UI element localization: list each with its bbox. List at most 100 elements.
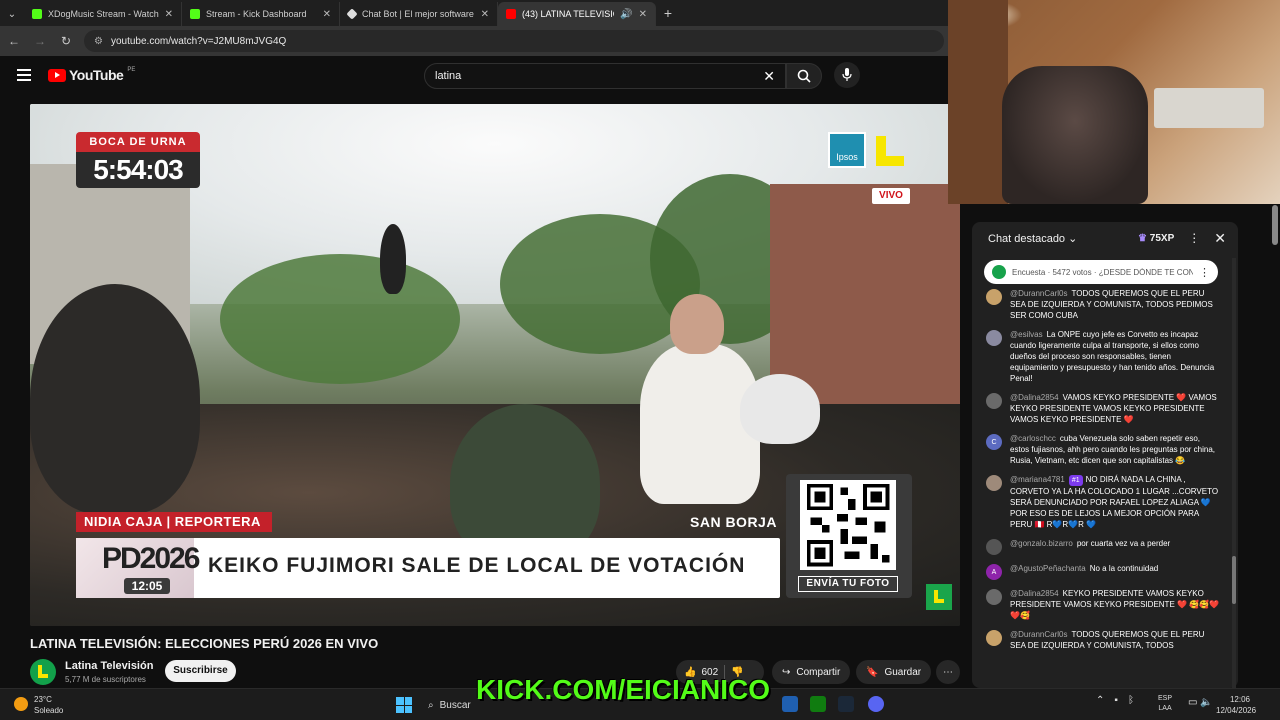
exit-poll-timer: BOCA DE URNA 5:54:03 (76, 132, 200, 188)
kick-channel-overlay: KICK.COM/EICIANICO (476, 674, 770, 705)
chat-avatar[interactable] (986, 475, 1002, 491)
chat-avatar[interactable]: A (986, 564, 1002, 580)
chat-author[interactable]: @DurannCarl0s (1010, 289, 1067, 298)
forward-icon[interactable]: → (32, 34, 48, 48)
reload-icon[interactable]: ↻ (58, 34, 74, 48)
channel-name[interactable]: Latina Televisión (65, 660, 153, 672)
new-tab-button[interactable]: + (656, 2, 680, 26)
browser-tab[interactable]: Stream - Kick Dashboard ✕ (182, 2, 340, 26)
chat-message: @DurannCarl0s TODOS QUEREMOS QUE EL PERU … (986, 288, 1220, 321)
chat-scrollbar-thumb[interactable] (1232, 556, 1236, 604)
close-tab-icon[interactable]: ✕ (481, 9, 489, 20)
chat-header: Chat destacado ⌄ ♛ 75XP ⋮ ✕ (972, 222, 1238, 254)
network-icon[interactable]: ▭ (1188, 697, 1197, 708)
chat-author[interactable]: @Dalina2854 (1010, 393, 1059, 402)
poll-more-icon[interactable]: ⋮ (1199, 266, 1210, 279)
chat-message: C @carloschcc cuba Venezuela solo saben re… (986, 433, 1220, 466)
chat-author[interactable]: @gonzalo.bizarro (1010, 539, 1073, 548)
close-tab-icon[interactable]: ✕ (323, 9, 331, 20)
clear-search-icon[interactable]: ✕ (763, 68, 775, 85)
tray-app-icon[interactable]: ▪ (1114, 695, 1118, 706)
discord-icon[interactable] (868, 696, 884, 712)
search-button[interactable] (786, 63, 822, 89)
more-actions-button[interactable]: ⋯ (936, 660, 960, 684)
chat-message-body: @Dalina2854 VAMOS KEYKO PRESIDENTE ❤️ VAM… (1010, 392, 1220, 425)
chat-author[interactable]: @carloschcc (1010, 434, 1056, 443)
chat-avatar[interactable] (986, 630, 1002, 646)
poll-banner[interactable]: Encuesta · 5472 votos · ¿DESDE DÓNDE TE … (984, 260, 1218, 284)
youtube-play-icon (48, 68, 66, 82)
sun-icon (14, 697, 28, 711)
chatbot-favicon-icon (346, 8, 358, 20)
tab-search-icon[interactable]: ⌄ (0, 2, 24, 26)
chat-message: @mariana4781 #1 NO DIRÁ NADA LA CHINA , CO… (986, 474, 1220, 530)
search-input[interactable]: latina ✕ (424, 63, 786, 89)
xp-value: 75XP (1149, 232, 1175, 244)
close-tab-icon[interactable]: ✕ (165, 9, 173, 20)
search-icon: ⌕ (428, 699, 434, 711)
taskbar-app-icon[interactable] (782, 696, 798, 712)
chat-avatar[interactable]: C (986, 434, 1002, 450)
search-icon (797, 69, 811, 83)
chat-author[interactable]: @mariana4781 (1010, 475, 1065, 484)
chat-author[interactable]: @esilvas (1010, 330, 1043, 339)
location-label: SAN BORJA (690, 514, 777, 530)
back-icon[interactable]: ← (6, 34, 22, 48)
browser-tab-strip: ⌄ XDogMusic Stream - Watch Liv ✕ Stream … (0, 0, 948, 26)
close-tab-icon[interactable]: ✕ (639, 9, 647, 20)
youtube-logo[interactable]: YouTube PE (48, 67, 135, 83)
chat-text: No a la continuidad (1089, 564, 1159, 573)
taskbar-app-icon[interactable] (810, 696, 826, 712)
browser-tab[interactable]: XDogMusic Stream - Watch Liv ✕ (24, 2, 182, 26)
chat-author[interactable]: @Dalina2854 (1010, 589, 1059, 598)
menu-icon[interactable] (17, 69, 31, 81)
channel-watermark-icon (926, 584, 952, 610)
exit-poll-label: BOCA DE URNA (76, 132, 200, 152)
chat-avatar[interactable] (986, 289, 1002, 305)
system-clock[interactable]: 12:06 12/04/2026 (1216, 694, 1256, 716)
chat-mode-dropdown[interactable]: Chat destacado ⌄ (988, 232, 1138, 245)
site-info-icon[interactable]: ⚙ (94, 36, 103, 47)
volume-icon[interactable]: 🔈 (1200, 697, 1212, 708)
steam-icon[interactable] (838, 696, 854, 712)
lower-third: PD2026 12:05 KEIKO FUJIMORI SALE DE LOCA… (76, 538, 780, 598)
crown-icon: ♛ (1138, 232, 1148, 244)
weather-widget[interactable]: 23°C Soleado (34, 694, 63, 716)
channel-avatar[interactable] (30, 659, 56, 685)
subscribe-button[interactable]: Suscribirse (165, 660, 236, 682)
webcam-scene (1002, 66, 1148, 204)
chat-avatar[interactable] (986, 539, 1002, 555)
chat-more-icon[interactable]: ⋮ (1188, 231, 1200, 245)
speaker-icon[interactable]: 🔊 (620, 9, 632, 20)
video-scene (220, 254, 460, 384)
chat-scrollbar[interactable] (1232, 258, 1236, 688)
microphone-icon (842, 68, 852, 81)
chat-author[interactable]: @DurannCarl0s (1010, 630, 1067, 639)
chat-author[interactable]: @AgustoPeñachanta (1010, 564, 1086, 573)
url-field[interactable]: ⚙ youtube.com/watch?v=J2MU8mJVG4Q (84, 30, 944, 52)
chat-avatar[interactable] (986, 589, 1002, 605)
broadcast-time: 12:05 (124, 578, 170, 594)
video-player[interactable]: BOCA DE URNA 5:54:03 Ipsos VIVO NIDIA CA… (30, 104, 960, 626)
bookmark-icon: 🔖 (866, 666, 879, 678)
save-button[interactable]: 🔖 Guardar (856, 660, 932, 684)
close-chat-icon[interactable]: ✕ (1214, 230, 1226, 247)
chat-avatar[interactable] (986, 393, 1002, 409)
system-tray: ⌃ ▪ ᛒ (1096, 695, 1134, 706)
windows-start-icon[interactable] (396, 697, 412, 713)
chat-avatar[interactable] (986, 330, 1002, 346)
language-indicator[interactable]: ESP LAA (1158, 694, 1172, 714)
voice-search-button[interactable] (834, 62, 860, 88)
temperature: 23°C (34, 695, 52, 704)
page-scrollbar-thumb[interactable] (1272, 205, 1278, 245)
live-badge: VIVO (872, 188, 910, 204)
exit-poll-clock: 5:54:03 (76, 152, 200, 188)
bluetooth-icon[interactable]: ᛒ (1128, 695, 1134, 706)
ipsos-logo: Ipsos (828, 132, 866, 168)
share-button[interactable]: ↪ Compartir (772, 660, 851, 684)
browser-tab[interactable]: Chat Bot | El mejor software pa ✕ (340, 2, 498, 26)
xp-badge[interactable]: ♛ 75XP (1138, 233, 1174, 244)
browser-tab-active[interactable]: (43) LATINA TELEVISIÓN: E 🔊 ✕ (498, 2, 656, 26)
pd-logo-box: PD2026 12:05 (76, 538, 200, 598)
chevron-up-icon[interactable]: ⌃ (1096, 695, 1104, 706)
